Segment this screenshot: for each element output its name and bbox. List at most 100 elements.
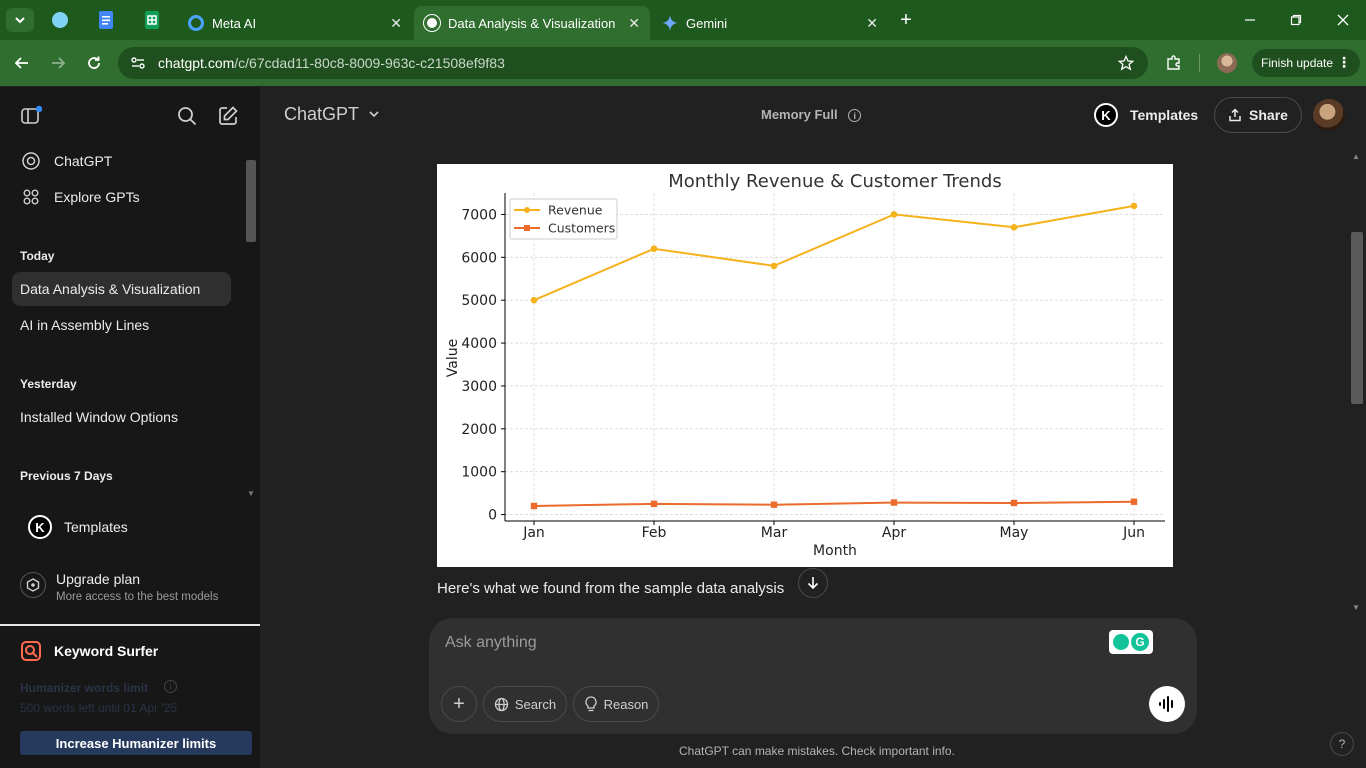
upgrade-icon (20, 572, 46, 598)
series-line-revenue (533, 204, 1135, 302)
series-line-customers (533, 500, 1135, 507)
section-today: Today (20, 249, 55, 263)
templates-header-button[interactable]: K Templates (1094, 103, 1198, 127)
reason-button[interactable]: Reason (573, 686, 659, 722)
forward-arrow-icon[interactable] (46, 51, 70, 75)
tab-title: Meta AI (212, 15, 257, 31)
chat-title: Installed Window Options (20, 409, 178, 425)
google-docs-icon (99, 11, 113, 29)
reload-icon[interactable] (82, 51, 106, 75)
voice-mode-button[interactable] (1149, 686, 1185, 722)
tab-data-analysis[interactable]: Data Analysis & Visualization ✕ (414, 6, 650, 40)
more-vert-icon[interactable]: ⋮ (1337, 54, 1351, 71)
line-chart: 0 1000 2000 3000 4000 5000 6000 7000 Jan Feb Mar Ap… (445, 171, 1165, 559)
close-window-icon[interactable] (1320, 8, 1366, 32)
tab-gemini[interactable]: Gemini ✕ (652, 6, 888, 40)
pinned-tab-sheets[interactable] (140, 8, 164, 32)
data-point-customers (890, 499, 898, 506)
tab-meta-ai[interactable]: Meta AI ✕ (178, 6, 412, 40)
url-domain: chatgpt.com (158, 55, 235, 71)
sidebar-templates-label: Templates (64, 519, 128, 535)
upgrade-title: Upgrade plan (56, 571, 141, 587)
gemini-sparkle-icon (662, 15, 678, 31)
main-scroll-down-arrow-icon[interactable]: ▼ (1352, 603, 1360, 612)
templates-k-icon: K (1094, 103, 1118, 127)
message-input[interactable]: Ask anything (445, 634, 537, 652)
finish-update-button[interactable]: Finish update ⋮ (1252, 49, 1360, 77)
site-settings-icon[interactable] (130, 55, 146, 71)
tab-search-button[interactable] (6, 8, 34, 32)
data-point-revenue (770, 262, 778, 270)
info-icon[interactable]: i (848, 109, 862, 123)
sidebar-scrollbar-thumb[interactable] (246, 160, 256, 242)
profile-avatar-icon[interactable] (1217, 53, 1237, 73)
keyword-surfer-title: Keyword Surfer (54, 643, 159, 659)
upgrade-plan-item[interactable]: Upgrade plan More access to the best mod… (20, 566, 250, 610)
new-chat-icon[interactable] (217, 105, 239, 127)
memory-label: Memory Full (761, 107, 838, 122)
search-button[interactable]: Search (483, 686, 567, 722)
globe-icon (494, 697, 509, 711)
new-tab-button[interactable]: + (894, 8, 918, 32)
data-point-customers (770, 501, 778, 508)
grammarly-widget[interactable]: G (1109, 630, 1153, 654)
chat-item-data-analysis[interactable]: Data Analysis & Visualization (12, 272, 231, 306)
scroll-down-arrow-icon[interactable]: ▼ (247, 489, 255, 498)
user-avatar[interactable] (1313, 99, 1345, 131)
search-icon[interactable] (176, 105, 198, 127)
browser-tab-bar: Meta AI ✕ Data Analysis & Visualization … (0, 0, 1366, 40)
model-selector[interactable]: ChatGPT (284, 104, 380, 125)
restore-icon[interactable] (1273, 8, 1319, 32)
disclaimer-text: ChatGPT can make mistakes. Check importa… (679, 744, 955, 758)
help-button[interactable]: ? (1330, 732, 1354, 756)
y-axis-label: Value (445, 339, 461, 377)
y-tick-label: 1000 (461, 465, 497, 481)
extensions-puzzle-icon[interactable] (1162, 51, 1186, 75)
share-button[interactable]: Share (1214, 97, 1302, 133)
address-bar[interactable]: chatgpt.com/c/67cdad11-80c8-8009-963c-c2… (118, 47, 1148, 79)
share-label: Share (1249, 107, 1288, 123)
toggle-sidebar-icon[interactable] (20, 105, 42, 127)
bird-favicon-icon (52, 12, 68, 28)
close-tab-icon[interactable]: ✕ (390, 15, 402, 32)
meta-ai-icon (188, 15, 204, 31)
openai-icon (424, 15, 440, 31)
sidebar-item-explore-gpts[interactable]: Explore GPTs (12, 180, 231, 214)
increase-humanizer-button[interactable]: Increase Humanizer limits (20, 731, 252, 755)
legend-label: Revenue (548, 203, 603, 218)
data-point-revenue (530, 296, 538, 304)
humanizer-words-left: 500 words left until 01 Apr '25 (20, 701, 178, 715)
main-scroll-up-arrow-icon[interactable]: ▲ (1352, 152, 1360, 161)
data-point-customers (1010, 499, 1018, 507)
url-path: /c/67cdad11-80c8-8009-963c-c21508ef9f83 (234, 55, 505, 71)
data-point-revenue (890, 211, 898, 218)
memory-full-indicator[interactable]: Memory Full i (761, 107, 862, 123)
attach-plus-button[interactable]: + (441, 686, 477, 722)
y-tick-label: 4000 (461, 336, 497, 352)
templates-label: Templates (1130, 107, 1199, 123)
close-tab-icon[interactable]: ✕ (628, 15, 640, 32)
close-tab-icon[interactable]: ✕ (866, 15, 878, 32)
sidebar-item-chatgpt[interactable]: ChatGPT (12, 144, 231, 178)
chat-item-ai-assembly[interactable]: AI in Assembly Lines (12, 308, 231, 342)
sidebar-item-label: Explore GPTs (54, 189, 140, 205)
scroll-to-bottom-button[interactable] (798, 568, 828, 598)
sidebar-templates[interactable]: K Templates (20, 510, 239, 544)
pinned-tab-1[interactable] (48, 8, 72, 32)
info-icon[interactable]: i (164, 680, 177, 693)
pinned-tab-docs[interactable] (94, 8, 118, 32)
minimize-icon[interactable] (1227, 8, 1273, 32)
chat-item-installed-window[interactable]: Installed Window Options (12, 400, 231, 434)
sidebar-scrollbar[interactable]: ▼ (245, 160, 257, 498)
data-point-customers (530, 502, 538, 510)
y-tick-label: 2000 (461, 422, 497, 438)
main-scrollbar-thumb[interactable] (1351, 232, 1363, 404)
upgrade-subtitle: More access to the best models (56, 591, 219, 603)
back-arrow-icon[interactable] (10, 51, 34, 75)
bookmark-star-icon[interactable] (1118, 55, 1134, 71)
y-tick-label: 3000 (461, 379, 497, 395)
composer: Ask anything G + Search Reason (429, 618, 1197, 734)
grid-icon (23, 189, 39, 205)
grammarly-g-icon: G (1131, 633, 1149, 651)
grammarly-assist-icon (1113, 634, 1129, 650)
